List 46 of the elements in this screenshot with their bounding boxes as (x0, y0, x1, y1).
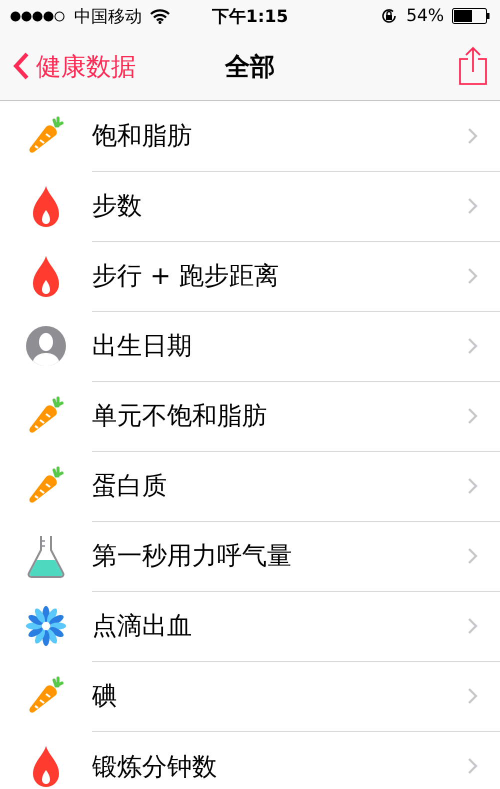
list-item[interactable]: 饱和脂肪 (0, 101, 500, 171)
list-item[interactable]: 锻炼分钟数 (0, 731, 500, 789)
signal-icon (10, 10, 66, 22)
item-label: 碘 (92, 680, 118, 712)
item-label: 第一秒用力呼气量 (92, 540, 293, 572)
chevron-icon (467, 686, 478, 704)
flower-icon (25, 605, 67, 647)
item-label: 步行 + 跑步距离 (92, 260, 280, 292)
flame-icon (31, 184, 61, 228)
chevron-icon (467, 406, 478, 424)
list-item[interactable]: 点滴出血 (0, 591, 500, 661)
chevron-icon (467, 336, 478, 354)
battery-icon (452, 8, 490, 24)
share-icon (458, 46, 488, 86)
list-item[interactable]: 步行 + 跑步距离 (0, 241, 500, 311)
rotation-lock-icon (380, 7, 398, 25)
wifi-icon (150, 8, 170, 24)
carrier-name: 中国移动 (74, 6, 142, 28)
list-item[interactable]: 蛋白质 (0, 451, 500, 521)
item-label: 锻炼分钟数 (92, 750, 218, 782)
list-item[interactable]: 单元不饱和脂肪 (0, 381, 500, 451)
item-label: 点滴出血 (92, 610, 193, 642)
item-label: 步数 (92, 190, 143, 222)
back-chevron-icon (12, 51, 30, 81)
chevron-icon (467, 196, 478, 214)
list-item[interactable]: 第一秒用力呼气量 (0, 521, 500, 591)
status-time: 下午1:15 (212, 6, 288, 28)
share-button[interactable] (458, 46, 488, 86)
chevron-icon (467, 616, 478, 634)
list-item[interactable]: 碘 (0, 661, 500, 731)
chevron-icon (467, 757, 478, 775)
item-label: 单元不饱和脂肪 (92, 400, 268, 432)
chevron-icon (467, 546, 478, 564)
flame-icon (31, 254, 61, 298)
battery-percentage: 54% (406, 6, 444, 26)
item-label: 饱和脂肪 (92, 120, 193, 152)
chevron-icon (467, 126, 478, 144)
flask-icon (26, 533, 66, 579)
person-icon (25, 325, 67, 367)
chevron-icon (467, 476, 478, 494)
list-item[interactable]: 出生日期 (0, 311, 500, 381)
item-label: 蛋白质 (92, 470, 168, 502)
page-title: 全部 (225, 50, 275, 82)
list-item[interactable]: 步数 (0, 171, 500, 241)
item-label: 出生日期 (92, 330, 193, 362)
chevron-icon (467, 266, 478, 284)
